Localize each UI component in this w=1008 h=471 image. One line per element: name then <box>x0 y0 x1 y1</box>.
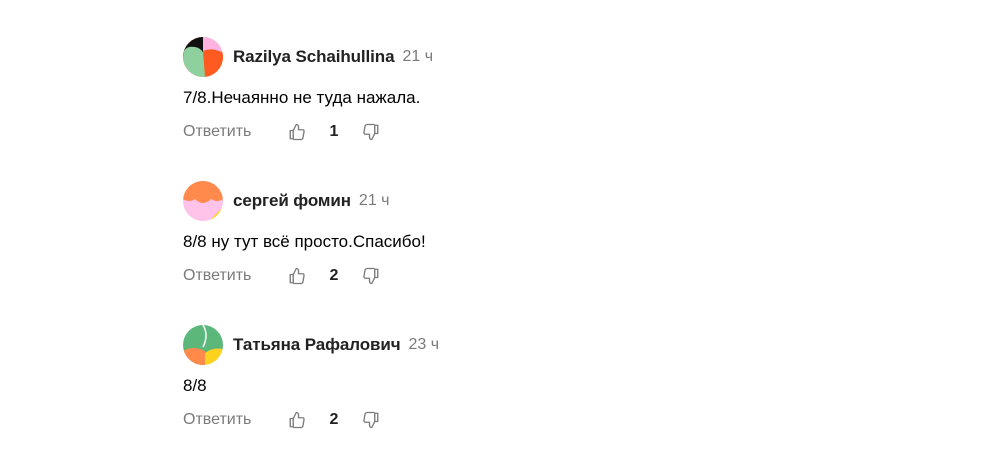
avatar-abstract-icon <box>183 325 223 365</box>
comment-item: Razilya Schaihullina 21 ч 7/8.Нечаянно н… <box>183 36 883 180</box>
avatar[interactable] <box>183 181 223 221</box>
avatar[interactable] <box>183 325 223 365</box>
like-count: 2 <box>329 411 339 428</box>
comment-item: Татьяна Рафалович 23 ч 8/8 Ответить 2 <box>183 324 883 468</box>
author-name[interactable]: Татьяна Рафалович <box>233 335 401 355</box>
comment-actions: Ответить 1 <box>183 120 883 144</box>
comment-header: Татьяна Рафалович 23 ч <box>183 324 883 366</box>
thumbs-up-icon[interactable] <box>285 120 309 144</box>
thumbs-up-icon[interactable] <box>285 408 309 432</box>
comment-header: сергей фомин 21 ч <box>183 180 883 222</box>
comment-text: 8/8 <box>183 376 207 395</box>
comment-actions: Ответить 2 <box>183 408 883 432</box>
avatar-abstract-icon <box>183 181 223 221</box>
avatar[interactable] <box>183 37 223 77</box>
comment-header: Razilya Schaihullina 21 ч <box>183 36 883 78</box>
author-name[interactable]: сергей фомин <box>233 191 351 211</box>
comment-actions: Ответить 2 <box>183 264 883 288</box>
comment-text: 7/8.Нечаянно не туда нажала. <box>183 88 421 107</box>
like-count: 2 <box>329 267 339 284</box>
reply-button[interactable]: Ответить <box>183 267 285 285</box>
comment-item: сергей фомин 21 ч 8/8 ну тут всё просто.… <box>183 180 883 324</box>
comment-time: 21 ч <box>358 192 390 209</box>
comment-time: 23 ч <box>408 336 440 353</box>
comment-time: 21 ч <box>402 48 434 65</box>
thumbs-down-icon[interactable] <box>359 408 383 432</box>
avatar-abstract-icon <box>183 37 223 77</box>
reply-button[interactable]: Ответить <box>183 411 285 429</box>
thumbs-up-icon[interactable] <box>285 264 309 288</box>
like-count: 1 <box>329 123 339 140</box>
comment-text: 8/8 ну тут всё просто.Спасибо! <box>183 232 426 251</box>
thumbs-down-icon[interactable] <box>359 264 383 288</box>
comments-list: Razilya Schaihullina 21 ч 7/8.Нечаянно н… <box>183 36 883 468</box>
reply-button[interactable]: Ответить <box>183 123 285 141</box>
author-name[interactable]: Razilya Schaihullina <box>233 47 395 67</box>
thumbs-down-icon[interactable] <box>359 120 383 144</box>
